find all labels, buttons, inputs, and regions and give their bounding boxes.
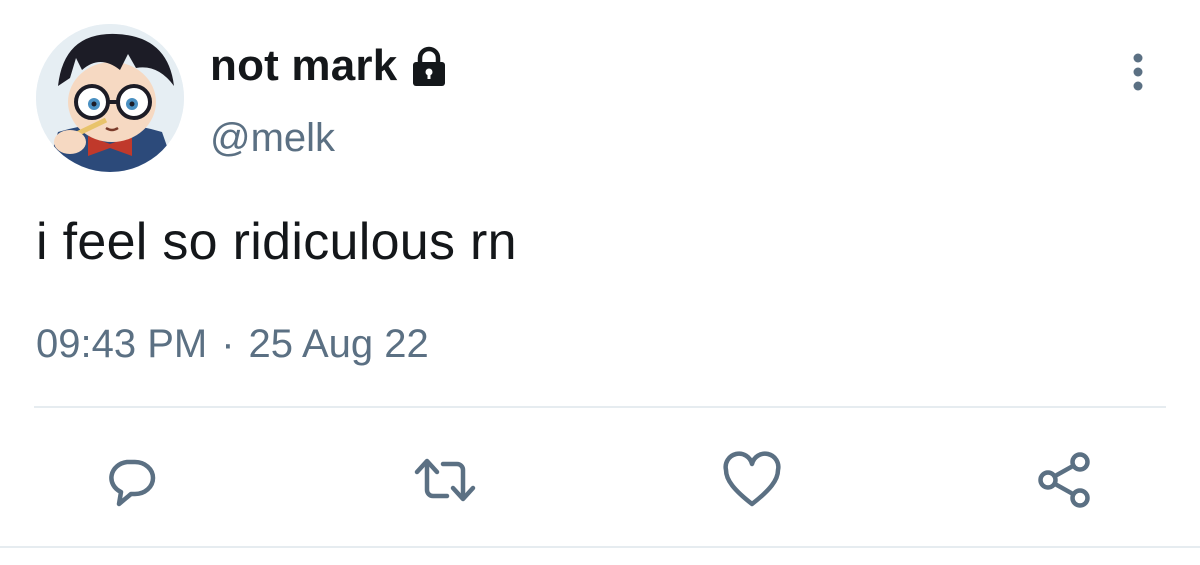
like-button[interactable] [720, 448, 784, 512]
lock-icon [407, 44, 451, 88]
reply-button[interactable] [99, 448, 163, 512]
retweet-button[interactable] [413, 448, 477, 512]
tweet-text: i feel so ridiculous rn [36, 213, 517, 271]
share-icon [1038, 452, 1090, 508]
author-name-row: not mark [210, 38, 451, 94]
tweet-card: not mark @melk i feel so ridiculous rn 0… [0, 0, 1200, 565]
tweet-date: 25 Aug 22 [248, 322, 429, 366]
timestamp-separator: · [221, 322, 235, 366]
reply-icon [109, 459, 156, 507]
divider [34, 406, 1166, 408]
action-bar [0, 440, 1200, 520]
retweet-icon [414, 458, 476, 502]
avatar-image [36, 24, 184, 172]
tweet-time: 09:43 PM [36, 322, 208, 366]
display-name[interactable]: not mark [210, 41, 397, 91]
author-handle[interactable]: @melk [210, 116, 335, 161]
bottom-divider [0, 546, 1200, 548]
share-button[interactable] [1034, 448, 1098, 512]
heart-icon [723, 451, 781, 507]
tweet-timestamp[interactable]: 09:43 PM · 25 Aug 22 [36, 322, 429, 367]
avatar[interactable] [36, 24, 184, 172]
more-vertical-icon[interactable] [1124, 50, 1152, 94]
